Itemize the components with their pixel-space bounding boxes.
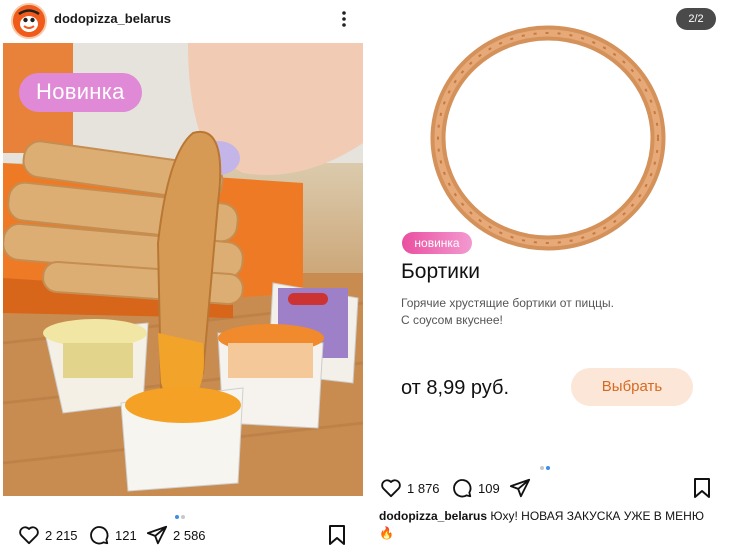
save-button[interactable]	[328, 522, 346, 548]
product-description: Горячие хрустящие бортики от пиццы. С со…	[401, 295, 701, 329]
like-button[interactable]: 2 215	[18, 522, 78, 548]
send-icon	[509, 478, 531, 498]
left-action-bar: 2 215 121 2 586	[0, 522, 363, 548]
comment-button[interactable]: 121	[88, 522, 137, 548]
carousel-dot	[540, 466, 544, 470]
bookmark-icon	[329, 525, 345, 545]
save-button-right[interactable]	[693, 475, 711, 501]
caption-username[interactable]: dodopizza_belarus	[379, 509, 487, 523]
send-icon	[146, 525, 168, 545]
product-title: Бортики	[401, 260, 480, 283]
carousel-indicator-right	[539, 457, 551, 470]
fire-emoji: 🔥	[379, 526, 394, 540]
carousel-counter: 2/2	[676, 8, 716, 30]
more-vertical-icon[interactable]	[336, 7, 352, 31]
comment-count: 121	[115, 527, 137, 543]
like-button-right[interactable]: 1 876	[380, 475, 440, 501]
heart-icon	[381, 479, 401, 498]
choose-button[interactable]: Выбрать	[571, 368, 693, 406]
comment-icon	[453, 479, 472, 498]
description-line-1: Горячие хрустящие бортики от пиццы.	[401, 296, 614, 310]
share-button[interactable]: 2 586	[146, 522, 206, 548]
comment-icon	[90, 526, 109, 545]
caption-text: Юху! НОВАЯ ЗАКУСКА УЖЕ В МЕНЮ	[490, 509, 704, 523]
dodo-logo-icon	[13, 5, 45, 37]
avatar[interactable]	[11, 3, 47, 39]
share-count: 2 586	[173, 527, 206, 543]
carousel-dot-active	[546, 466, 550, 470]
post-header: dodopizza_belarus	[0, 0, 363, 40]
crust-ring-image	[430, 25, 666, 251]
left-post: dodopizza_belarus Новинка 2 215 121 2 58…	[0, 0, 363, 548]
new-badge-small: новинка	[402, 232, 472, 254]
carousel-indicator	[174, 506, 186, 519]
carousel-dot-active	[175, 515, 179, 519]
like-count-right: 1 876	[407, 480, 440, 496]
product-price: от 8,99 руб.	[401, 377, 510, 399]
carousel-dot	[181, 515, 185, 519]
post-photo[interactable]: Новинка	[3, 43, 363, 496]
right-action-bar: 1 876 109	[371, 475, 730, 501]
new-badge: Новинка	[19, 73, 142, 112]
comment-count-right: 109	[478, 480, 500, 496]
panel-divider	[363, 0, 371, 548]
heart-icon	[19, 526, 39, 545]
share-button-right[interactable]	[509, 475, 531, 501]
bookmark-icon	[694, 478, 710, 498]
post-caption: dodopizza_belarus Юху! НОВАЯ ЗАКУСКА УЖЕ…	[379, 508, 724, 542]
right-post: 2/2 новинка Бортики Горячие хрустящие бо…	[371, 0, 730, 548]
post-username[interactable]: dodopizza_belarus	[54, 11, 171, 26]
description-line-2: С соусом вкуснее!	[401, 313, 503, 327]
like-count: 2 215	[45, 527, 78, 543]
comment-button-right[interactable]: 109	[451, 475, 500, 501]
